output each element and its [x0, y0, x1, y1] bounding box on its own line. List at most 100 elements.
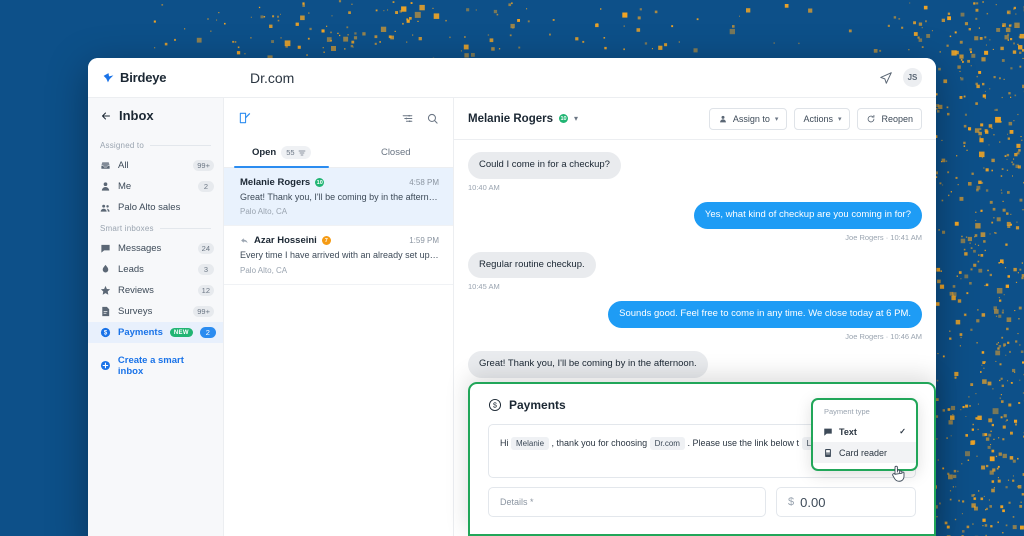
- filter-icon[interactable]: [401, 112, 414, 125]
- sidebar-item-count: 99+: [193, 306, 214, 317]
- sidebar-item-label: Leads: [118, 264, 144, 275]
- actions-button[interactable]: Actions ▾: [794, 107, 851, 130]
- avatar[interactable]: JS: [903, 68, 922, 87]
- brand: Birdeye: [102, 70, 250, 85]
- reopen-button[interactable]: Reopen: [857, 107, 922, 130]
- conversation-row-melanie-rogers[interactable]: Melanie Rogers 10 4:58 PM Great! Thank y…: [224, 168, 453, 227]
- reopen-label: Reopen: [881, 113, 913, 124]
- sidebar-item-surveys[interactable]: Surveys 99+: [88, 301, 223, 322]
- conversation-tabs: Open 55 Closed: [224, 138, 453, 168]
- conversation-name: Melanie Rogers: [240, 177, 311, 188]
- birdeye-logo-icon: [103, 73, 114, 83]
- compose-icon[interactable]: [238, 111, 252, 125]
- dropdown-item-card-reader[interactable]: Card reader: [813, 442, 916, 463]
- chevron-down-icon: ▾: [774, 115, 779, 123]
- message: Sounds good. Feel free to come in any ti…: [468, 301, 922, 341]
- create-smart-inbox-button[interactable]: Create a smart inbox: [88, 355, 223, 377]
- top-bar: Birdeye Dr.com JS: [88, 58, 936, 98]
- message: Regular routine checkup. 10:45 AM: [468, 251, 922, 292]
- message-bubble: Could I come in for a checkup?: [468, 152, 621, 179]
- sidebar-item-me[interactable]: Me 2: [88, 176, 223, 197]
- payments-icon: $: [100, 327, 111, 338]
- people-icon: [100, 202, 111, 214]
- conversation-contact-name: Melanie Rogers: [468, 112, 553, 125]
- details-field[interactable]: Details *: [488, 487, 766, 517]
- conversation-header: Melanie Rogers 10 ▾ Assign to ▾ Actions …: [454, 98, 936, 140]
- reopen-icon: [868, 114, 875, 122]
- conversation-name: Azar Hosseini: [254, 235, 317, 247]
- actions-label: Actions: [803, 113, 833, 124]
- conversation-list-toolbar-right: [401, 112, 439, 125]
- conversation-row-top: Azar Hosseini 7 1:59 PM: [240, 235, 439, 246]
- divider: [150, 145, 211, 146]
- sidebar-item-label: Surveys: [118, 306, 153, 317]
- amount-value: 0.00: [800, 494, 826, 510]
- group-label-smart-inboxes: Smart inboxes: [88, 224, 223, 233]
- lead-icon: [100, 264, 111, 275]
- message-bubble: Yes, what kind of checkup are you coming…: [693, 201, 922, 229]
- tab-open-count: 55: [286, 148, 295, 157]
- chevron-down-icon[interactable]: ▾: [574, 114, 578, 123]
- payment-type-dropdown: Payment type Text ✓ Card reader: [811, 398, 918, 471]
- chevron-down-icon: ▾: [837, 115, 842, 123]
- message: Great! Thank you, I'll be coming by in t…: [468, 351, 922, 379]
- sidebar-item-reviews[interactable]: Reviews 12: [88, 280, 223, 301]
- token-business-name: Dr.com: [649, 437, 685, 450]
- amount-field[interactable]: $ 0.00: [776, 487, 916, 517]
- assign-icon: [719, 115, 726, 122]
- tab-open-pill[interactable]: 55: [281, 146, 311, 159]
- dropdown-item-text[interactable]: Text ✓: [813, 421, 916, 442]
- assign-to-button[interactable]: Assign to ▾: [708, 107, 788, 130]
- tab-closed-label: Closed: [380, 147, 411, 158]
- plus-circle-icon: [100, 360, 110, 371]
- new-badge: NEW: [169, 328, 193, 337]
- search-icon[interactable]: [426, 112, 439, 125]
- conversation-time: 4:58 PM: [409, 178, 439, 187]
- sidebar-item-messages[interactable]: Messages 24: [88, 238, 223, 259]
- sidebar-item-count: 24: [197, 243, 214, 254]
- dropdown-item-label: Text: [839, 426, 857, 437]
- tab-closed[interactable]: Closed: [339, 138, 454, 167]
- conversation-header-actions: Assign to ▾ Actions ▾ Reopen: [708, 107, 922, 130]
- sidebar-item-leads[interactable]: Leads 3: [88, 259, 223, 280]
- conversation-preview: Every time I have arrived with an alread…: [240, 250, 439, 261]
- currency-symbol: $: [788, 496, 795, 508]
- top-bar-right: JS: [879, 68, 922, 87]
- conversation-location: Palo Alto, CA: [240, 207, 288, 217]
- message-meta: 10:45 AM: [468, 282, 500, 292]
- dropdown-item-label: Card reader: [839, 447, 888, 458]
- sidebar-item-count: 12: [197, 285, 214, 296]
- sidebar-item-payments[interactable]: $ Payments NEW 2: [88, 322, 223, 343]
- conversation-list-toolbar: [224, 98, 453, 138]
- channel-badge: 10: [559, 114, 568, 123]
- card-reader-icon: [825, 448, 831, 457]
- conversation-row-top: Melanie Rogers 10 4:58 PM: [240, 177, 439, 188]
- conversation-list: Open 55 Closed Melanie Rogers 10 4:58 PM…: [224, 98, 454, 536]
- person-icon: [100, 181, 111, 192]
- filter-icon: [298, 150, 305, 155]
- sidebar-item-palo-alto-sales[interactable]: Palo Alto sales: [88, 197, 223, 218]
- payments-dollar-icon: $: [488, 398, 502, 412]
- template-suffix: . Please use the link below t: [687, 438, 800, 448]
- sidebar-item-all[interactable]: All 99+: [88, 155, 223, 176]
- inbox-title: Inbox: [119, 108, 154, 123]
- conversation-row-azar-hosseini[interactable]: Azar Hosseini 7 1:59 PM Every time I hav…: [224, 226, 453, 285]
- page-title: Dr.com: [250, 69, 295, 86]
- sidebar-item-count: 3: [198, 264, 214, 275]
- check-icon: ✓: [899, 427, 906, 436]
- token-customer-name: Melanie: [511, 437, 550, 450]
- back-arrow-icon[interactable]: [100, 110, 112, 122]
- send-icon[interactable]: [879, 71, 893, 85]
- assign-to-label: Assign to: [732, 113, 770, 124]
- tab-open[interactable]: Open 55: [224, 138, 339, 168]
- divider: [159, 228, 211, 229]
- message-meta: 10:40 AM: [468, 182, 500, 192]
- message: Yes, what kind of checkup are you coming…: [468, 201, 922, 242]
- chat-icon: [100, 243, 111, 254]
- channel-badge: 7: [321, 236, 331, 246]
- sidebar: Inbox Assigned to All 99+ Me 2 Palo Alto…: [88, 98, 224, 536]
- svg-text:$: $: [493, 403, 497, 410]
- text-message-icon: [824, 428, 832, 436]
- inbox-icon: [100, 160, 111, 171]
- message-bubble: Regular routine checkup.: [468, 251, 596, 279]
